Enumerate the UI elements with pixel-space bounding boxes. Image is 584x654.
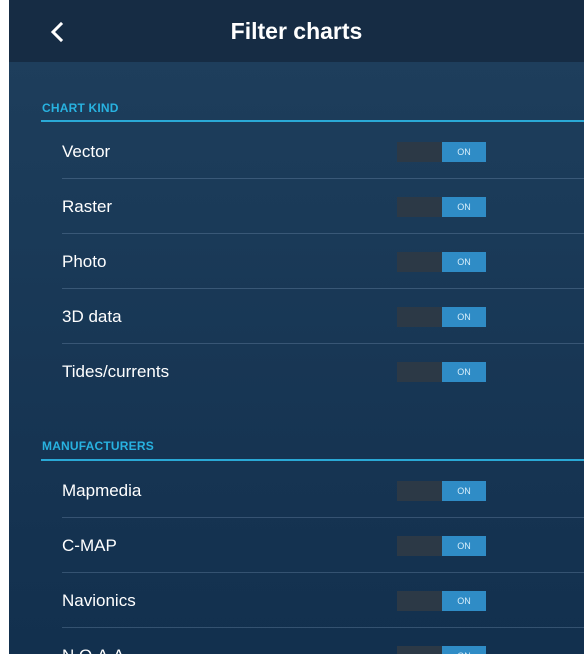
item-label: Mapmedia	[62, 480, 142, 500]
toggle-state: ON	[442, 645, 486, 654]
section-header-chart-kind: CHART KIND	[42, 101, 119, 115]
item-label: Raster	[62, 196, 113, 216]
vector-toggle[interactable]: ON	[397, 141, 486, 162]
mapmedia-toggle[interactable]: ON	[397, 480, 486, 501]
section-divider	[41, 459, 584, 461]
item-label: Navionics	[62, 590, 136, 610]
list-item-noaa[interactable]: N.O.A.A. ON	[59, 628, 584, 654]
item-label: C-MAP	[62, 535, 117, 555]
item-label: Photo	[62, 251, 107, 271]
page-title: Filter charts	[230, 18, 363, 44]
list-item-raster[interactable]: Raster ON	[59, 179, 584, 234]
section-header-manufacturers: MANUFACTURERS	[42, 439, 154, 453]
toggle-state: ON	[442, 306, 486, 327]
item-label: Tides/currents	[62, 361, 170, 381]
list-item-vector[interactable]: Vector ON	[59, 124, 584, 179]
list-item-mapmedia[interactable]: Mapmedia ON	[59, 463, 584, 518]
toggle-state: ON	[442, 141, 486, 162]
section-divider	[41, 120, 584, 122]
item-label: 3D data	[62, 306, 122, 326]
toggle-state: ON	[442, 251, 486, 272]
list-item-navionics[interactable]: Navionics ON	[59, 573, 584, 628]
toggle-state: ON	[442, 196, 486, 217]
header-bar: Filter charts	[9, 0, 584, 62]
tides-currents-toggle[interactable]: ON	[397, 361, 486, 382]
raster-toggle[interactable]: ON	[397, 196, 486, 217]
filter-charts-screen: Filter charts CHART KIND Vector ON Raste…	[9, 0, 584, 654]
list-item-photo[interactable]: Photo ON	[59, 234, 584, 289]
navionics-toggle[interactable]: ON	[397, 590, 486, 611]
item-label: Vector	[62, 141, 111, 161]
list-item-tides-currents[interactable]: Tides/currents ON	[59, 344, 584, 399]
list-item-c-map[interactable]: C-MAP ON	[59, 518, 584, 573]
photo-toggle[interactable]: ON	[397, 251, 486, 272]
toggle-state: ON	[442, 590, 486, 611]
toggle-state: ON	[442, 535, 486, 556]
3d-data-toggle[interactable]: ON	[397, 306, 486, 327]
item-label: N.O.A.A.	[62, 646, 129, 654]
toggle-state: ON	[442, 480, 486, 501]
toggle-state: ON	[442, 361, 486, 382]
c-map-toggle[interactable]: ON	[397, 535, 486, 556]
list-item-3d-data[interactable]: 3D data ON	[59, 289, 584, 344]
noaa-toggle[interactable]: ON	[397, 645, 486, 654]
